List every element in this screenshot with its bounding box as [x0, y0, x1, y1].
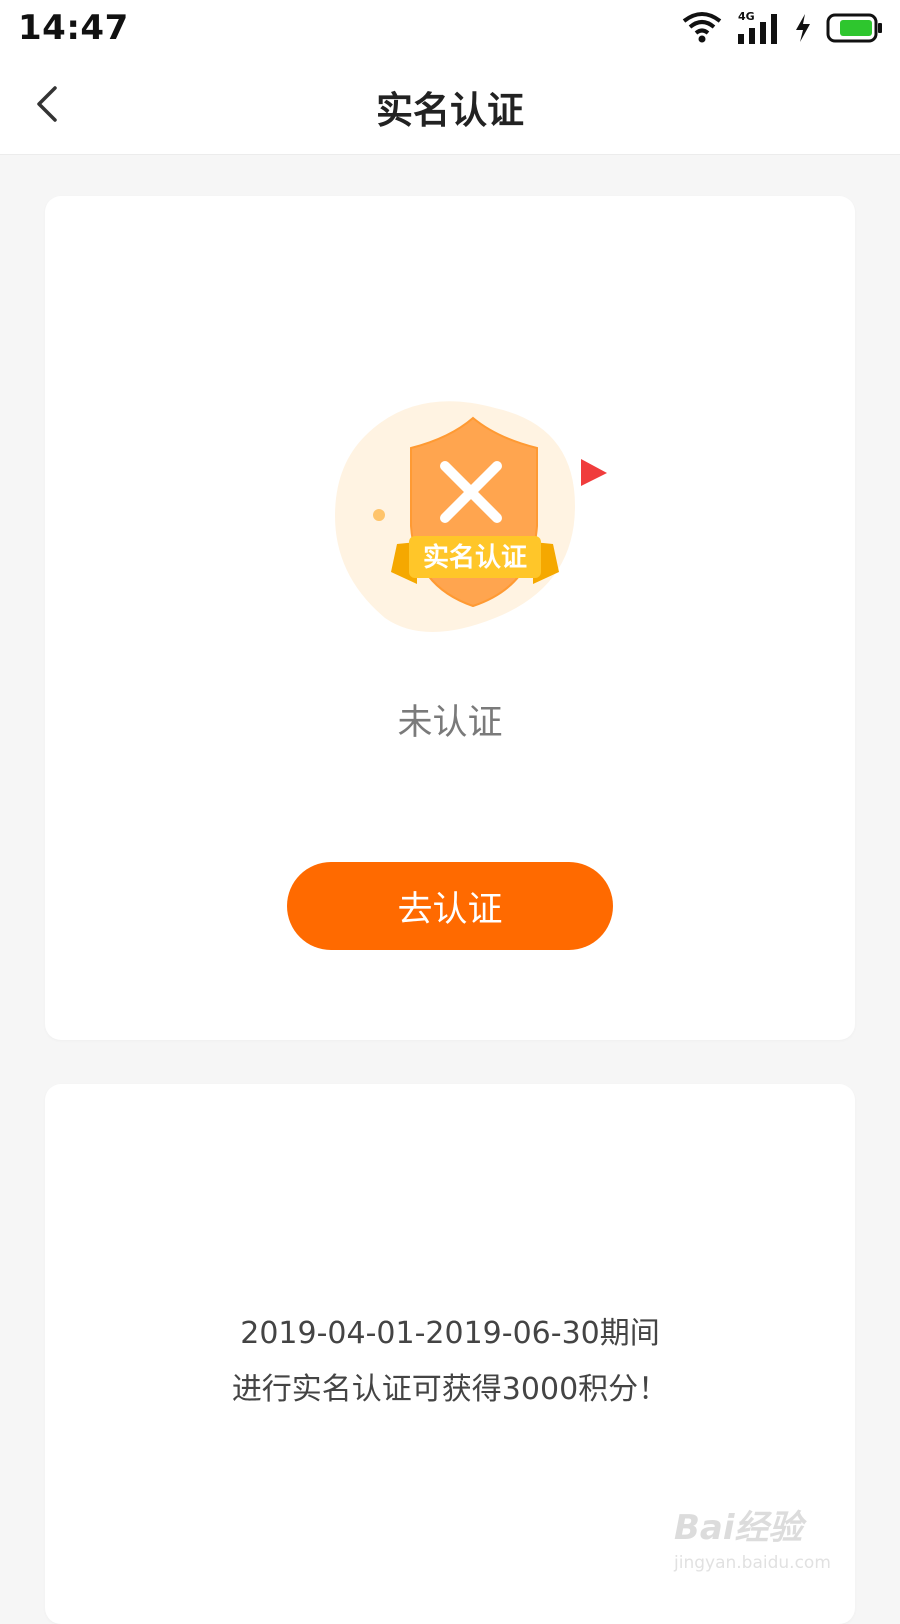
promotion-period-text: 2019-04-01-2019-06-30期间 [240, 1316, 660, 1351]
status-bar: 14:47 4G [0, 0, 900, 56]
network-label: 4G [738, 10, 755, 23]
verification-badge-illustration: 实名认证 [325, 396, 625, 646]
dot-decoration [373, 509, 385, 521]
watermark-url-text: jingyan.baidu.com [674, 1553, 831, 1573]
wifi-icon [682, 12, 722, 43]
watermark-logo-text: Bai经验 [674, 1508, 803, 1548]
battery-icon [826, 13, 882, 43]
signal-icon: 4G [738, 10, 777, 44]
page-title: 实名认证 [376, 89, 524, 132]
verification-status-text: 未认证 [397, 703, 503, 743]
verification-status-card: 实名认证 未认证 去认证 [45, 196, 855, 1040]
reward-points-text: 进行实名认证可获得3000积分！ [231, 1372, 669, 1407]
shield-badge-icon: 实名认证 [335, 401, 607, 632]
status-icons: 4G [682, 8, 884, 48]
go-verify-button[interactable]: 去认证 [287, 862, 613, 950]
nav-bar: 实名认证 [0, 56, 900, 155]
charging-icon [796, 14, 810, 42]
flag-decoration [581, 459, 607, 486]
status-time: 14:47 [18, 8, 129, 48]
baidu-jingyan-watermark: Bai经验 jingyan.baidu.com [674, 1500, 844, 1590]
badge-label: 实名认证 [423, 542, 527, 573]
